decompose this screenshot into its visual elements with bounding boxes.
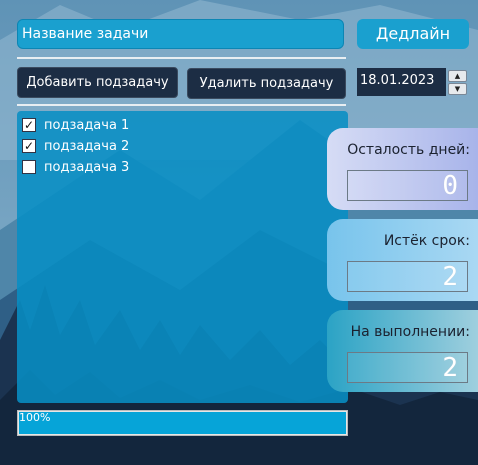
checkmark-icon: ✓: [23, 139, 35, 153]
days-left-value: 0: [442, 171, 458, 201]
deadline-date-field[interactable]: 18.01.2023: [357, 68, 446, 96]
task-title-input[interactable]: Название задачи: [17, 19, 344, 49]
add-subtask-button[interactable]: Добавить подзадачу: [17, 67, 178, 98]
chevron-up-icon: ▲: [454, 72, 461, 80]
subtask-checkbox[interactable]: ✓: [22, 118, 36, 132]
subtask-label: подзадача 1: [44, 118, 130, 133]
days-left-label: Осталость дней:: [347, 142, 470, 158]
days-left-display: 0: [347, 170, 468, 201]
subtask-checkbox[interactable]: [22, 160, 36, 174]
chevron-down-icon: ▼: [454, 85, 461, 93]
task-progress-bar: 100%: [17, 410, 348, 436]
deadline-button[interactable]: Дедлайн: [357, 19, 469, 49]
overdue-label: Истёк срок:: [383, 233, 470, 249]
checkmark-icon: ✓: [23, 118, 35, 132]
overdue-value: 2: [442, 262, 458, 292]
list-divider: [17, 104, 346, 106]
progress-fill: [19, 412, 346, 434]
in-progress-label: На выполнении:: [350, 324, 470, 340]
top-divider: [17, 57, 346, 59]
subtask-label: подзадача 3: [44, 160, 130, 175]
subtask-list: ✓ подзадача 1 ✓ подзадача 2 подзадача 3: [17, 111, 348, 403]
overdue-card: Истёк срок: 2: [327, 219, 478, 301]
days-left-card: Осталость дней: 0: [327, 128, 478, 210]
subtask-label: подзадача 2: [44, 139, 130, 154]
progress-label: 100%: [19, 411, 51, 424]
date-increment-button[interactable]: ▲: [448, 70, 467, 82]
overdue-display: 2: [347, 261, 468, 292]
in-progress-card: На выполнении: 2: [327, 310, 478, 392]
subtask-checkbox[interactable]: ✓: [22, 139, 36, 153]
date-decrement-button[interactable]: ▼: [448, 83, 467, 95]
in-progress-display: 2: [347, 352, 468, 383]
remove-subtask-button[interactable]: Удалить подзадачу: [187, 68, 346, 99]
in-progress-value: 2: [442, 353, 458, 383]
